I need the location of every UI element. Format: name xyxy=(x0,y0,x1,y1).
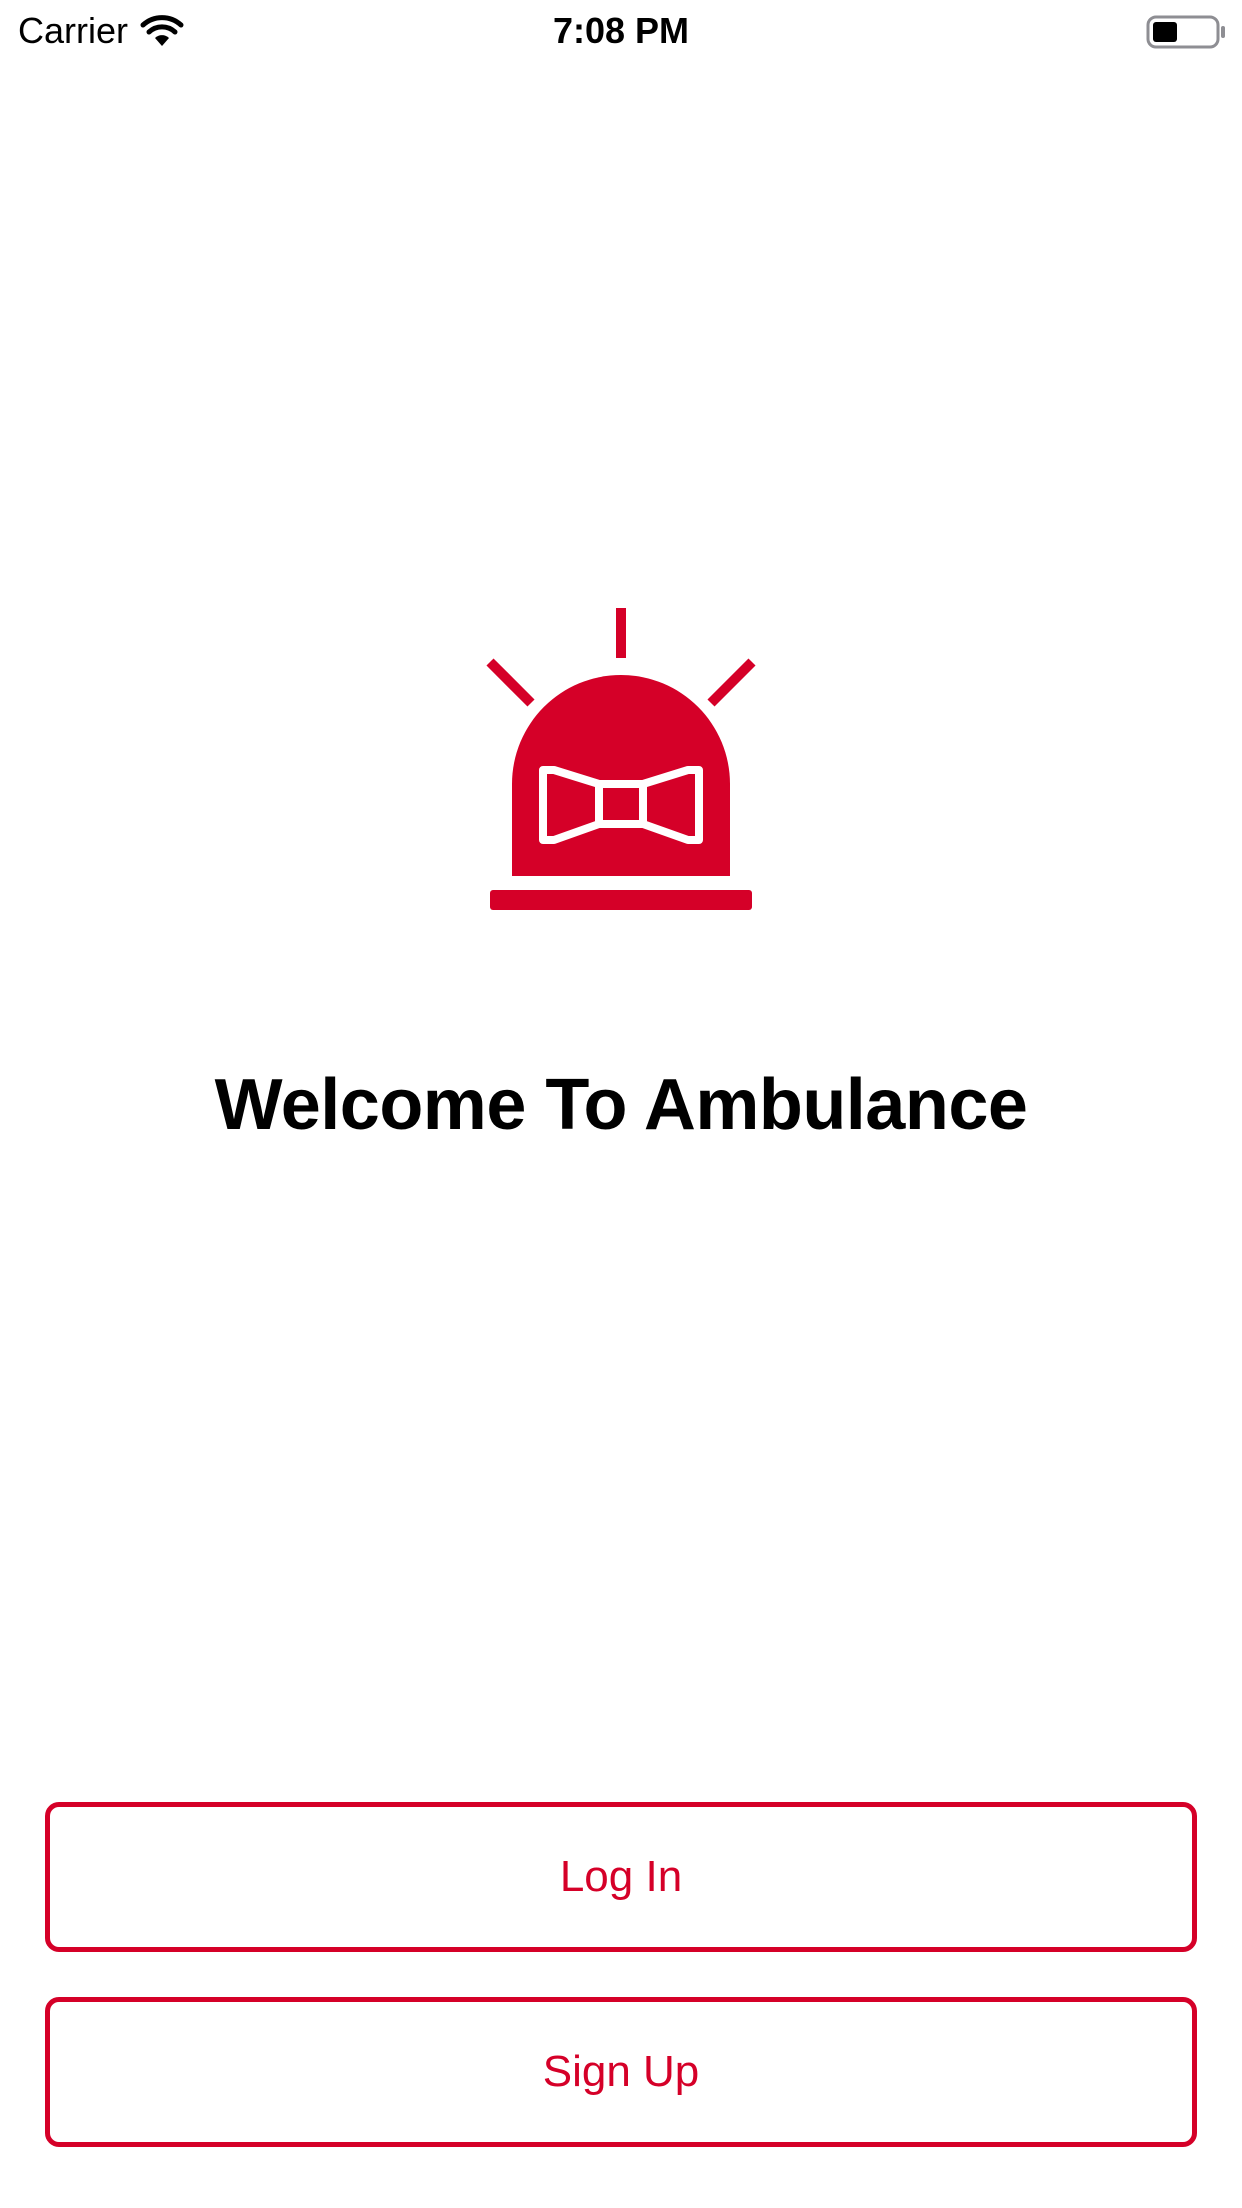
welcome-title: Welcome To Ambulance xyxy=(214,1065,1028,1145)
siren-ray-right xyxy=(707,658,756,707)
siren-ray-left xyxy=(486,658,535,707)
siren-icon xyxy=(486,608,756,910)
signup-button[interactable]: Sign Up xyxy=(45,1997,1197,2147)
siren-base xyxy=(490,890,752,910)
status-time: 7:08 PM xyxy=(552,10,690,51)
battery-icon xyxy=(1146,15,1225,49)
siren-ray-top xyxy=(616,608,626,658)
login-button[interactable]: Log In xyxy=(45,1802,1197,1952)
status-bar: Carrier 7:08 PM xyxy=(0,0,1242,62)
